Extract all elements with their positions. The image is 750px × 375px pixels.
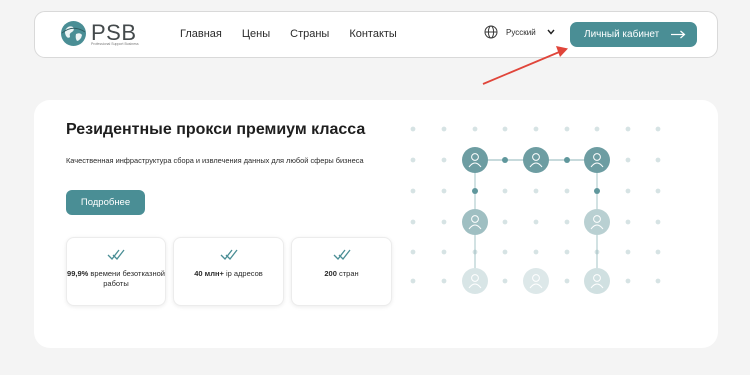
stat-uptime: 99,9% времени безотказной работы xyxy=(66,237,166,306)
grid-dot xyxy=(502,278,508,284)
grid-dot xyxy=(533,219,539,225)
link-dot xyxy=(594,188,600,194)
grid-dot xyxy=(410,278,416,284)
user-node-icon xyxy=(462,268,488,294)
grid-dot xyxy=(564,278,570,284)
grid-dot xyxy=(625,157,631,163)
grid-dot xyxy=(564,219,570,225)
annotation-arrow xyxy=(482,46,568,85)
user-node-icon xyxy=(462,209,488,235)
logo[interactable]: PSB Professional Support Business xyxy=(60,20,150,50)
grid-dot xyxy=(655,126,661,132)
more-button[interactable]: Подробнее xyxy=(66,190,145,215)
user-node-icon xyxy=(523,147,549,173)
grid-dot xyxy=(625,278,631,284)
language-label: Русский xyxy=(506,27,536,37)
link-dot xyxy=(472,188,478,194)
globe-logo-icon xyxy=(61,21,86,46)
network-illustration xyxy=(410,126,661,294)
grid-dot xyxy=(410,188,416,194)
hero-title: Резидентные прокси премиум класса xyxy=(66,121,366,138)
grid-dot xyxy=(502,188,508,194)
nav-item-home[interactable]: Главная xyxy=(180,28,222,40)
grid-dot xyxy=(655,278,661,284)
cabinet-button-label: Личный кабинет xyxy=(584,29,660,40)
language-selector[interactable]: Русский xyxy=(484,25,555,39)
network-links xyxy=(472,157,600,281)
grid-dot xyxy=(625,126,631,132)
user-node-icon xyxy=(584,268,610,294)
user-node-icon xyxy=(584,209,610,235)
grid-dot xyxy=(502,249,508,255)
link-dot xyxy=(502,157,508,163)
double-check-icon xyxy=(220,249,238,260)
double-check-icon xyxy=(107,249,125,260)
user-node-icon xyxy=(462,147,488,173)
grid-dot xyxy=(625,249,631,255)
grid-dot xyxy=(564,126,570,132)
grid-dot xyxy=(441,219,447,225)
grid-dot xyxy=(625,188,631,194)
grid-dot xyxy=(441,126,447,132)
grid-dot xyxy=(410,126,416,132)
link-dot xyxy=(564,157,570,163)
hero-card: Резидентные прокси премиум класса Качест… xyxy=(34,100,718,348)
grid-dot xyxy=(533,126,539,132)
grid-dot xyxy=(410,157,416,163)
logo-tagline: Professional Support Business xyxy=(91,42,139,46)
hero-subtitle: Качественная инфраструктура сбора и извл… xyxy=(66,156,364,165)
user-node-icon xyxy=(523,268,549,294)
grid-dot xyxy=(502,126,508,132)
grid-dot xyxy=(410,219,416,225)
grid-dot xyxy=(502,219,508,225)
user-node-icon xyxy=(584,147,610,173)
globe-icon xyxy=(484,25,498,39)
grid-dot xyxy=(533,188,539,194)
top-navbar: PSB Professional Support Business Главна… xyxy=(34,11,718,58)
grid-dot xyxy=(441,188,447,194)
stat-ip-text: 40 млн+ ip адресов xyxy=(194,269,263,278)
stat-countries-text: 200 стран xyxy=(324,269,359,278)
grid-dot xyxy=(594,126,600,132)
stat-ip-addresses: 40 млн+ ip адресов xyxy=(173,237,284,306)
grid-dot xyxy=(564,249,570,255)
personal-cabinet-button[interactable]: Личный кабинет xyxy=(570,22,697,47)
stat-countries: 200 стран xyxy=(291,237,392,306)
grid-dot xyxy=(625,219,631,225)
grid-dot xyxy=(533,249,539,255)
grid-dot xyxy=(441,249,447,255)
grid-dot xyxy=(655,249,661,255)
grid-dot xyxy=(472,126,478,132)
grid-dot xyxy=(655,219,661,225)
grid-dot xyxy=(655,188,661,194)
stat-uptime-text: 99,9% времени безотказной работы xyxy=(67,269,165,288)
nav-item-contacts[interactable]: Контакты xyxy=(349,28,397,40)
grid-dot xyxy=(441,278,447,284)
chevron-down-icon xyxy=(547,29,555,35)
nav-item-prices[interactable]: Цены xyxy=(242,28,270,40)
nav-item-countries[interactable]: Страны xyxy=(290,28,329,40)
grid-dot xyxy=(441,157,447,163)
grid-dot xyxy=(564,188,570,194)
grid-dot xyxy=(655,157,661,163)
double-check-icon xyxy=(333,249,351,260)
arrow-right-icon xyxy=(671,30,686,39)
main-nav: Главная Цены Страны Контакты xyxy=(180,28,417,40)
grid-dot xyxy=(410,249,416,255)
